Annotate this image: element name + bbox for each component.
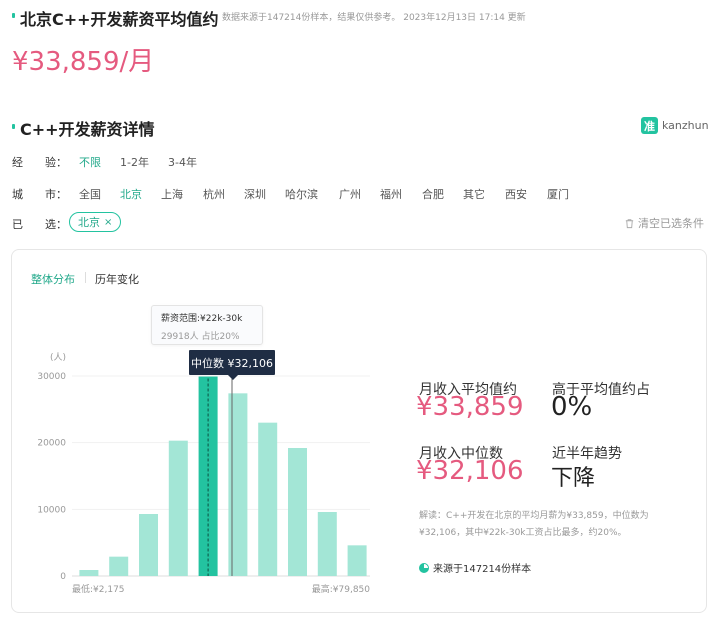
y-axis-unit: (人) <box>50 352 66 363</box>
y-tick-label: 0 <box>60 572 66 582</box>
bar <box>139 514 158 576</box>
bar <box>109 556 129 576</box>
min-salary-label: 最低:¥2,175 <box>72 583 125 595</box>
bar <box>347 545 367 576</box>
tooltip-count: 29918人 占比20% <box>161 332 240 342</box>
above-avg-value: 0% <box>551 392 593 422</box>
bar <box>258 422 278 576</box>
bar <box>288 448 307 576</box>
trend-value: 下降 <box>551 466 596 491</box>
avg-income-value: ¥33,859 <box>416 392 524 422</box>
bar <box>79 570 99 576</box>
bar-tooltip: 薪资范围:¥22k-30k 29918人 占比20% <box>151 305 263 345</box>
sample-source-label: 来源于147214份样本 <box>433 564 532 575</box>
tooltip-range: 薪资范围:¥22k-30k <box>161 314 243 324</box>
interpretation-text: 解读：C++开发在北京的平均月薪为¥33,859，中位数为¥32,106，其中¥… <box>419 511 649 538</box>
pie-chart-icon <box>419 562 429 573</box>
sample-source: 来源于147214份样本 <box>419 560 531 575</box>
bar <box>317 512 337 576</box>
median-income-value: ¥32,106 <box>416 456 524 486</box>
y-tick-label: 20000 <box>37 439 66 449</box>
median-marker-label: 中位数 ¥32,106 <box>189 350 275 380</box>
max-salary-label: 最高:¥79,850 <box>312 583 371 595</box>
y-tick-label: 10000 <box>37 505 66 515</box>
y-tick-label: 30000 <box>37 372 66 382</box>
bar <box>228 393 248 576</box>
bar <box>168 440 188 576</box>
